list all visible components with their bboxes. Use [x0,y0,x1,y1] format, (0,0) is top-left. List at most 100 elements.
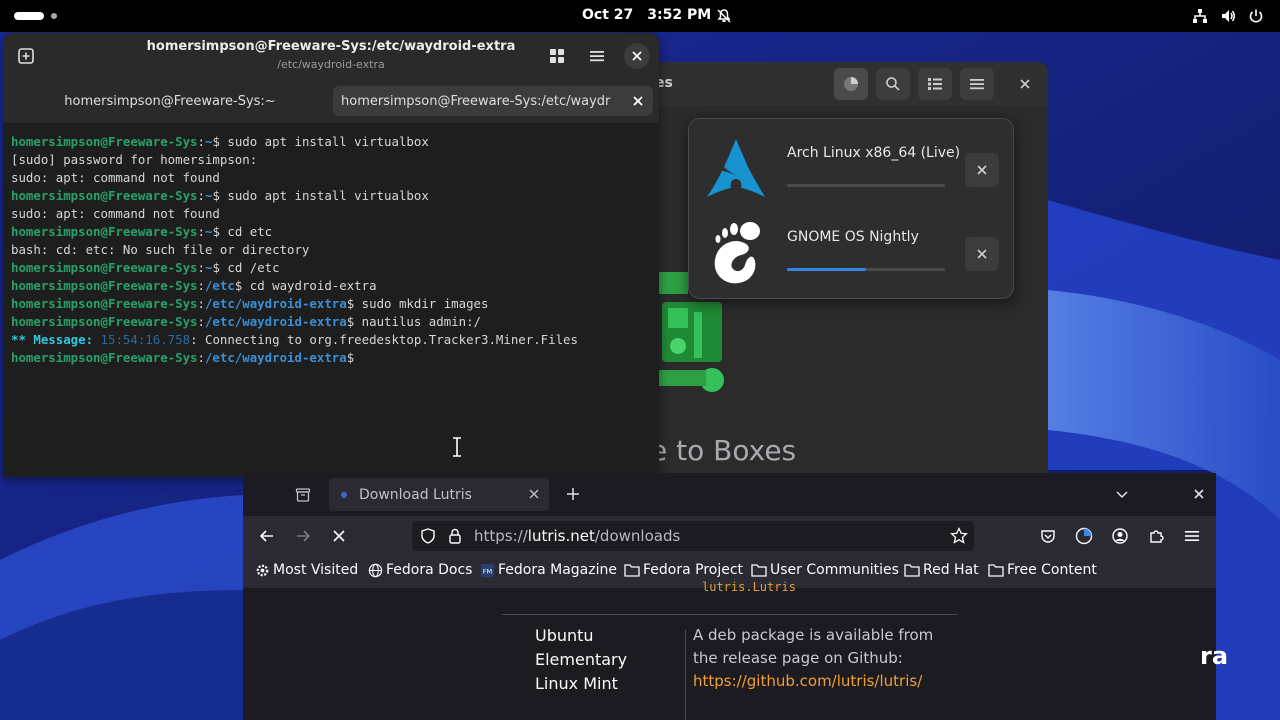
command-text: cd /etc [219,260,280,275]
bookmark-item[interactable]: Red Hat [904,562,979,578]
power-icon[interactable] [1248,8,1264,24]
terminal-header-bar: homersimpson@Freeware-Sys:/etc/waydroid-… [3,33,659,79]
terminal-line: ** Message: 15:54:16.758: Connecting to … [11,331,655,349]
network-icon[interactable] [1192,8,1208,24]
distro-name: Ubuntu [535,626,594,645]
terminal-output[interactable]: homersimpson@Freeware-Sys:~$ sudo apt in… [11,133,655,367]
volume-icon[interactable] [1220,8,1236,24]
folder-icon [624,563,643,577]
download-cancel-button[interactable] [965,153,999,187]
prompt-user: homersimpson@Freeware-Sys [11,350,198,365]
download-progress-fill [787,268,866,271]
notifications-off-icon[interactable] [716,8,732,24]
message-timestamp: 15:54:16.758 [100,332,191,347]
terminal-line: homersimpson@Freeware-Sys:/etc/waydroid-… [11,350,355,365]
download-progress-bar [787,268,945,271]
terminal-line: homersimpson@Freeware-Sys:/etc/waydroid-… [11,296,489,311]
terminal-tab[interactable]: homersimpson@Freeware-Sys:~ [9,86,331,116]
prompt-user: homersimpson@Freeware-Sys [11,134,198,149]
star-icon[interactable] [950,527,968,545]
boxes-search-button[interactable] [876,68,910,100]
terminal-line: homersimpson@Freeware-Sys:/etc$ cd waydr… [11,278,377,293]
boxes-menu-button[interactable] [960,68,994,100]
list-view-icon [928,78,942,90]
url-prefix: https:// [474,527,528,545]
search-icon [886,77,900,91]
downloads-popover: Arch Linux x86_64 (Live) GNOME OS Nightl… [688,118,1014,299]
bookmark-label: Red Hat [923,562,979,578]
shield-icon[interactable] [420,528,436,544]
pocket-button[interactable] [1036,524,1060,548]
back-button[interactable] [255,524,279,548]
message-label: ** Message: [11,332,94,347]
terminal-tab-label: homersimpson@Freeware-Sys:~ [64,93,276,109]
prompt-path: /etc/waydroid-extra [204,314,347,329]
url-bar[interactable]: https://lutris.net/downloads [412,521,974,551]
firefox-close-button[interactable] [1187,482,1211,506]
terminal-close-button[interactable] [624,43,650,69]
desktop-partial-text: ra [1200,642,1229,670]
prompt-path: /etc/waydroid-extra [204,350,347,365]
command-text: cd etc [219,224,273,239]
top-bar: Oct 27 3:52 PM [0,0,1280,32]
lock-icon[interactable] [448,528,462,544]
close-tab-icon[interactable] [529,489,539,499]
terminal-line: bash: cd: etc: No such file or directory [11,241,655,259]
bookmark-item[interactable]: Free Content [988,562,1097,578]
boxes-welcome-text: e to Boxes [650,434,797,467]
workspace-indicator[interactable] [51,13,57,19]
folder-icon [751,563,770,577]
download-progress-bar [787,184,945,187]
output-text: bash: cd: etc: No such file or directory [11,242,310,257]
command-text: sudo mkdir images [354,296,489,311]
clock-time: 3:52 PM [647,7,712,23]
terminal-line: homersimpson@Freeware-Sys:~$ sudo apt in… [11,134,429,149]
output-text: sudo: apt: command not found [11,206,220,221]
forward-button[interactable] [291,524,315,548]
terminal-tab-active[interactable]: homersimpson@Freeware-Sys:/etc/waydr [333,86,653,116]
table-column-divider [685,630,686,720]
download-cancel-button[interactable] [965,237,999,271]
bookmark-item[interactable]: Fedora Project [624,562,743,578]
prompt-user: homersimpson@Freeware-Sys [11,296,198,311]
arrow-right-icon [297,530,311,542]
firefox-view-button[interactable] [291,483,315,507]
command-text: sudo apt install virtualbox [219,188,429,203]
download-name: Arch Linux x86_64 (Live) [787,145,961,161]
fm-icon: FM [480,563,498,578]
distro-name: Elementary [535,650,628,669]
github-release-link[interactable]: https://github.com/lutris/lutris/ [693,670,933,693]
bookmark-item[interactable]: Fedora Docs [368,562,472,578]
hamburger-menu-icon [970,79,984,90]
bookmark-item[interactable]: Most Visited [255,562,358,578]
firefox-tab[interactable]: Download Lutris [329,478,549,511]
pocket-icon [1041,530,1055,543]
clock[interactable]: Oct 27 3:52 PM [582,7,725,23]
boxes-close-button[interactable] [1008,68,1042,100]
boxes-list-view-button[interactable] [918,68,952,100]
plus-icon [567,488,579,500]
prompt-path: /etc [204,278,235,293]
new-tab-button[interactable] [561,482,585,506]
stop-button[interactable] [327,524,351,548]
downloads-button[interactable] [834,68,868,100]
page-content: lutris.Lutris Ubuntu Elementary Linux Mint… [243,580,1216,720]
close-tab-icon[interactable] [633,96,643,106]
bookmark-item[interactable]: FM Fedora Magazine [480,562,617,578]
puzzle-icon [1150,530,1164,543]
tab-overview-button[interactable] [544,43,570,69]
app-menu-button[interactable] [1180,524,1204,548]
downloads-toolbar-button[interactable] [1072,524,1096,548]
activities-button[interactable] [14,12,44,20]
terminal-tab-bar: homersimpson@Freeware-Sys:~ homersimpson… [3,79,659,123]
hamburger-menu-icon [1185,531,1199,541]
gear-icon [255,563,273,578]
close-icon [1194,489,1204,499]
folder-icon [988,563,1007,577]
close-icon [632,51,642,61]
account-button[interactable] [1108,524,1132,548]
terminal-menu-button[interactable] [584,43,610,69]
bookmark-item[interactable]: User Communities [751,562,899,578]
list-all-tabs-button[interactable] [1110,482,1134,506]
extensions-button[interactable] [1144,524,1168,548]
